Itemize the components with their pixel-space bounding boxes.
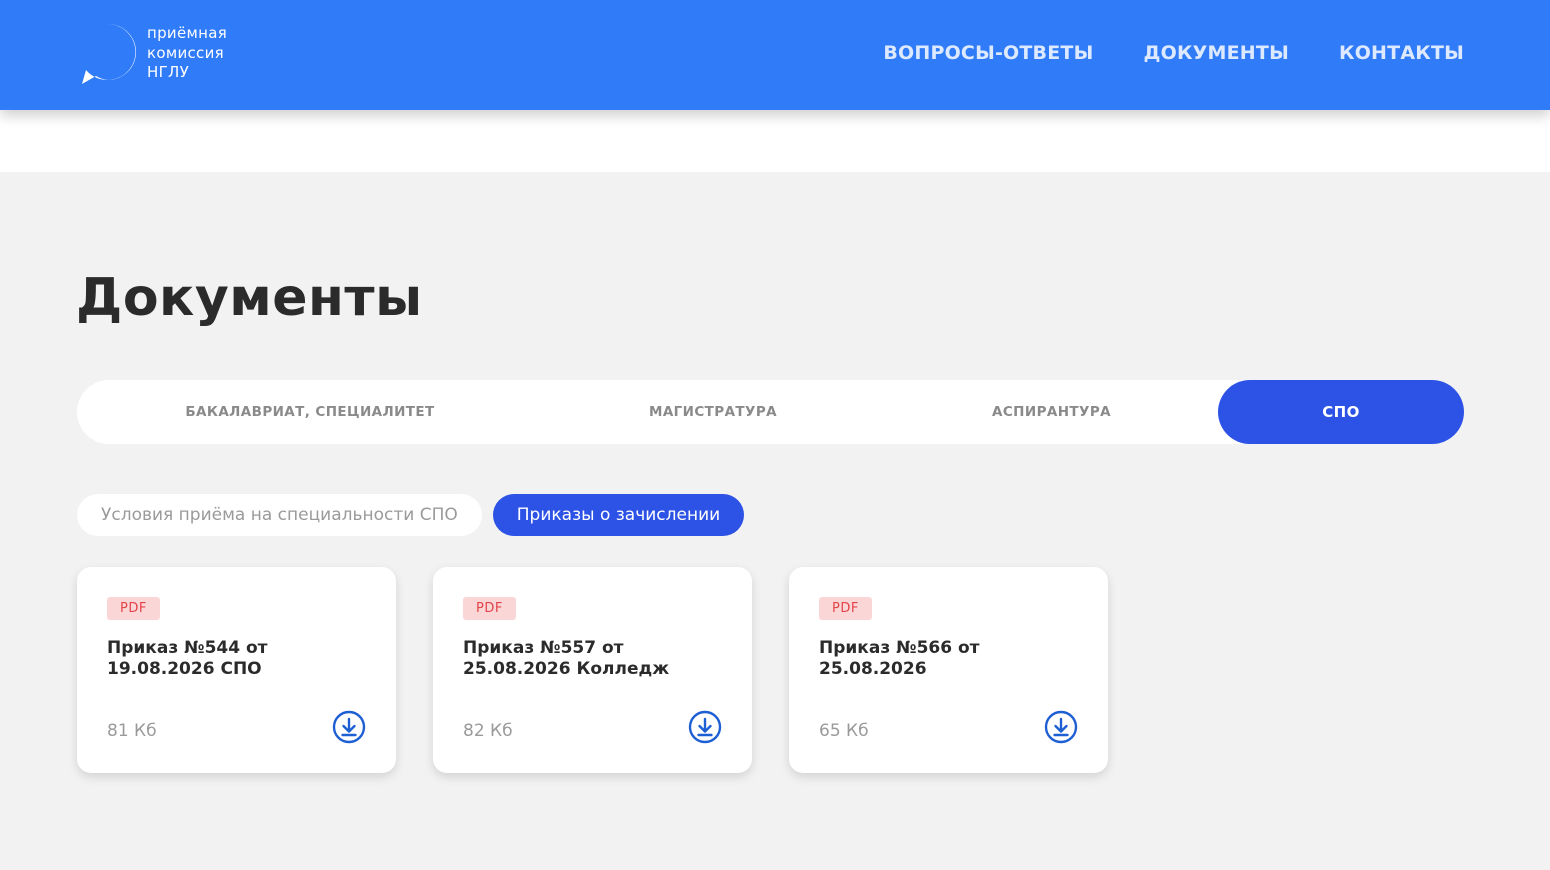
file-size: 81 Кб [107, 721, 157, 741]
download-icon[interactable] [688, 710, 722, 744]
header-spacer [0, 110, 1550, 172]
download-icon[interactable] [332, 710, 366, 744]
document-title[interactable]: Приказ №544 от 19.08.2026 СПО [107, 638, 377, 680]
file-size: 82 Кб [463, 721, 513, 741]
globe-chat-icon[interactable] [78, 22, 138, 86]
document-card[interactable]: PDF Приказ №557 от 25.08.2026 Колледж 82… [433, 567, 752, 773]
file-size: 65 Кб [819, 721, 869, 741]
document-card[interactable]: PDF Приказ №566 от 25.08.2026 65 Кб [789, 567, 1108, 773]
document-title[interactable]: Приказ №557 от 25.08.2026 Колледж [463, 638, 733, 680]
main-nav: Вопросы-ответы Документы Контакты [883, 42, 1464, 64]
nav-link-faq[interactable]: Вопросы-ответы [883, 42, 1093, 64]
document-title[interactable]: Приказ №566 от 25.08.2026 [819, 638, 1089, 680]
level-tabs: Бакалавриат, специалитет Магистратура Ас… [77, 380, 1464, 444]
subtab-admission-conditions[interactable]: Условия приёма на специальности СПО [77, 494, 482, 536]
file-type-badge: PDF [819, 597, 872, 620]
logo-text[interactable]: приёмная комиссия НГЛУ [147, 24, 227, 83]
logo-line: НГЛУ [147, 63, 190, 81]
file-type-badge: PDF [107, 597, 160, 620]
download-icon[interactable] [1044, 710, 1078, 744]
tab-postgraduate[interactable]: Аспирантура [883, 380, 1220, 444]
document-card[interactable]: PDF Приказ №544 от 19.08.2026 СПО 81 Кб [77, 567, 396, 773]
doc-category-tabs: Условия приёма на специальности СПО Прик… [77, 494, 745, 536]
tab-spo[interactable]: СПО [1218, 380, 1464, 444]
site-header: приёмная комиссия НГЛУ Вопросы-ответы До… [0, 0, 1550, 110]
tab-master[interactable]: Магистратура [543, 380, 883, 444]
tab-bachelor[interactable]: Бакалавриат, специалитет [77, 380, 543, 444]
page-title: Документы [76, 268, 423, 328]
file-type-badge: PDF [463, 597, 516, 620]
nav-link-contacts[interactable]: Контакты [1339, 42, 1464, 64]
subtab-enrollment-orders[interactable]: Приказы о зачислении [492, 494, 745, 536]
nav-link-documents[interactable]: Документы [1143, 42, 1289, 64]
logo-line: приёмная [147, 24, 228, 42]
logo-line: комиссия [147, 43, 224, 62]
